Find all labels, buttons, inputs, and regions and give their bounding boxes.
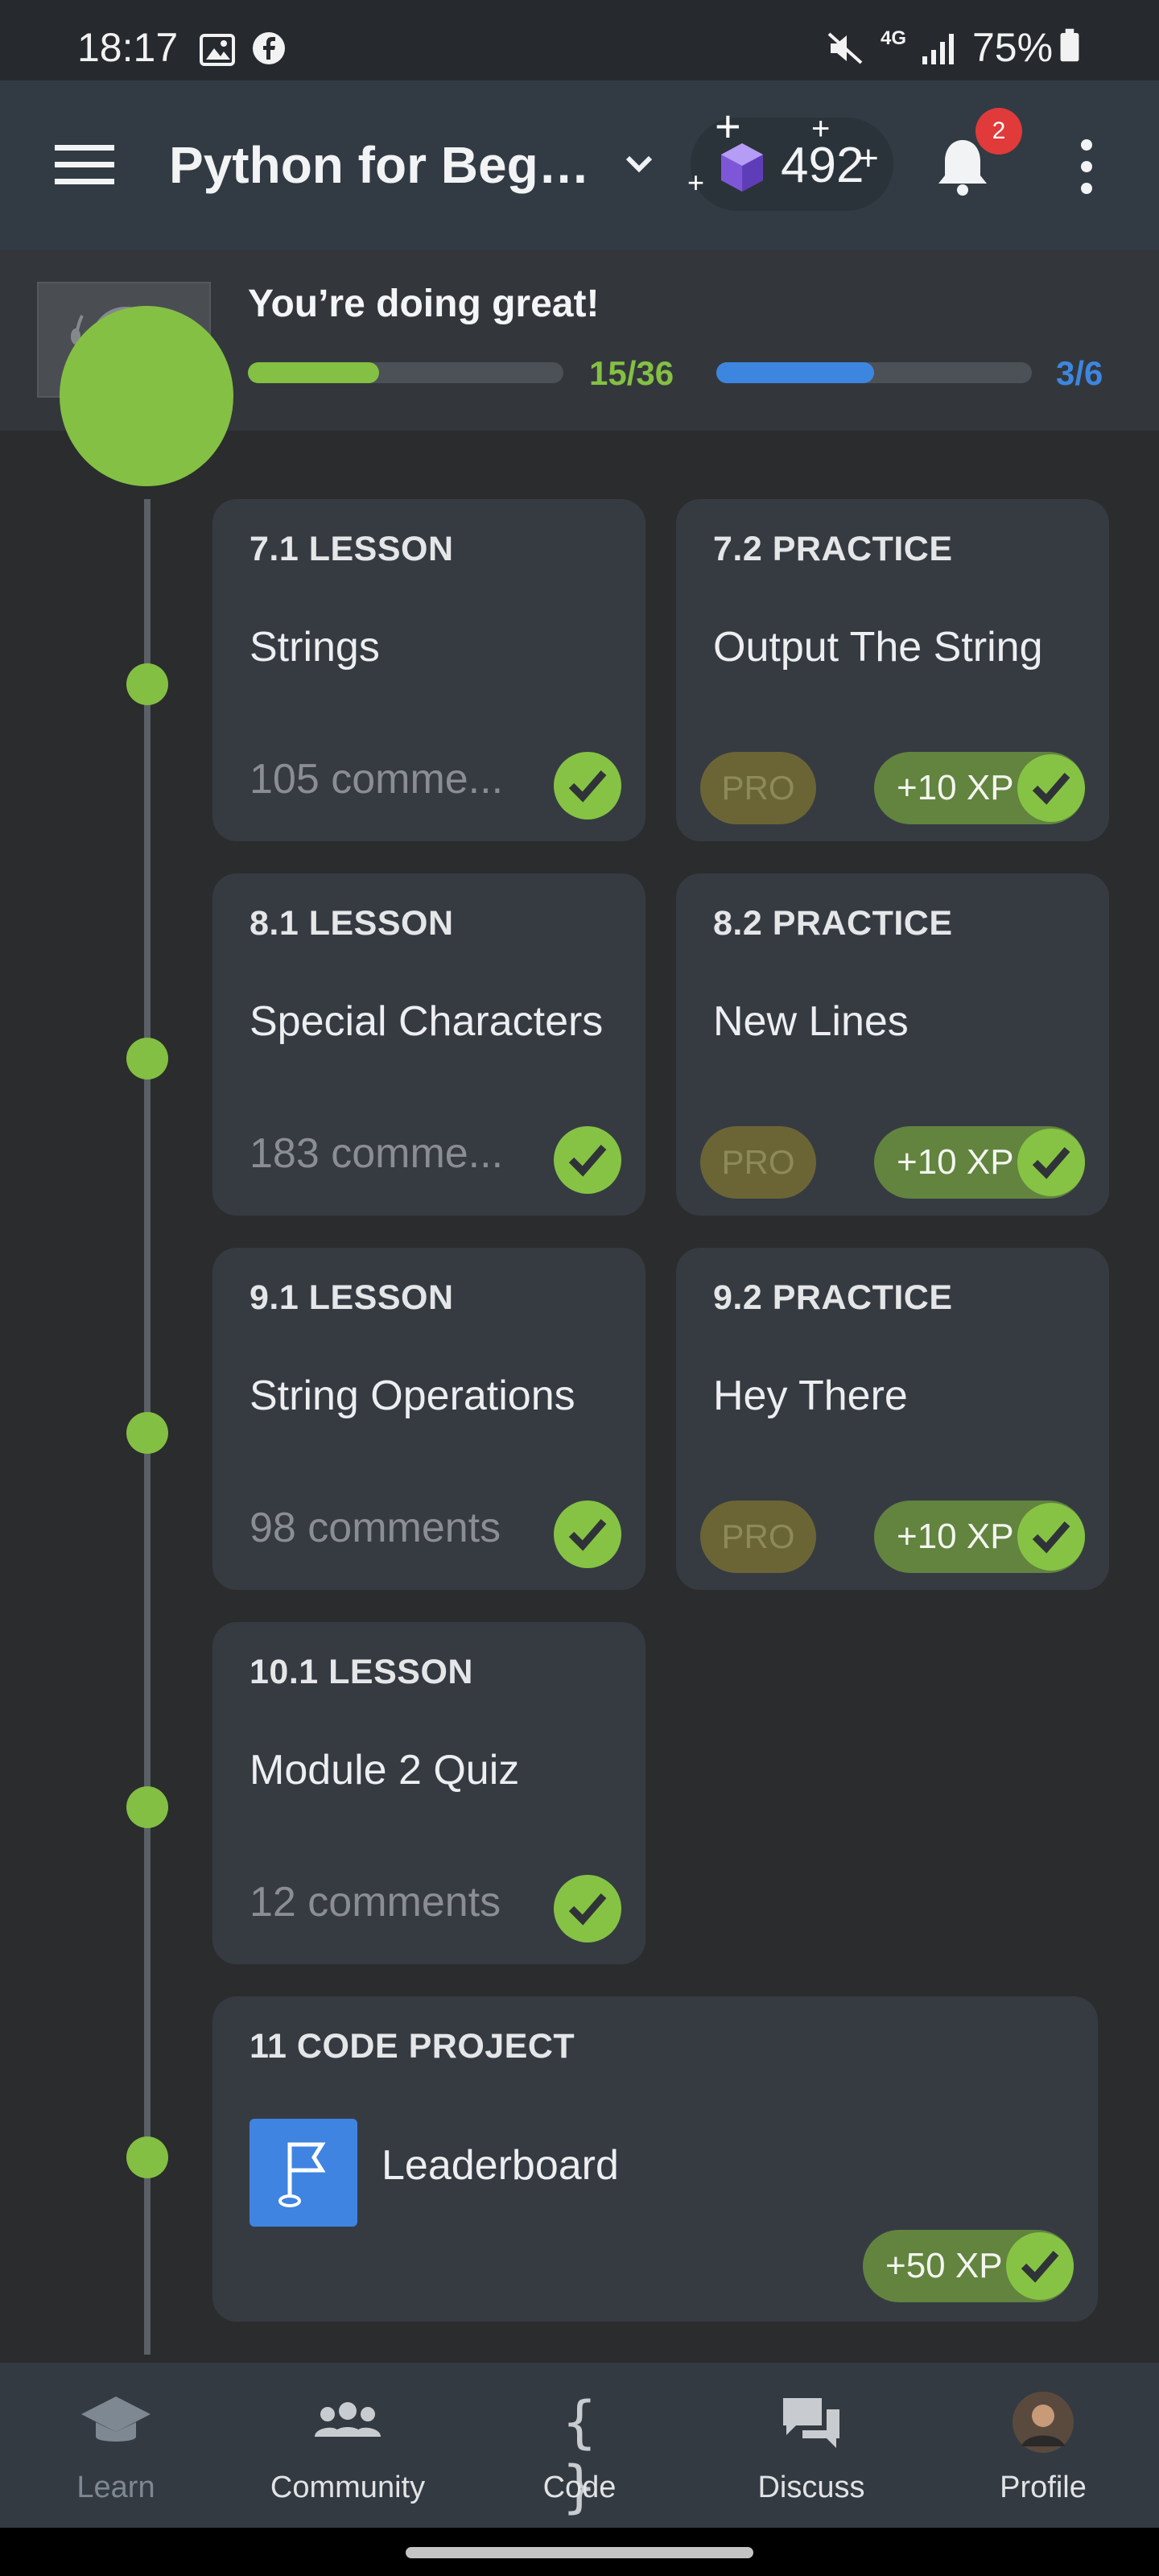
- check-icon: [1017, 1503, 1085, 1571]
- lesson-comments[interactable]: 12 comments: [250, 1878, 501, 1926]
- nav-label: Community: [270, 2471, 426, 2504]
- app-bar: Python for Begin... 492 + + + + 2: [0, 80, 1159, 250]
- lesson-comments[interactable]: 98 comments: [250, 1504, 501, 1552]
- practice-name: Hey There: [713, 1373, 908, 1419]
- nav-learn[interactable]: Learn: [0, 2363, 232, 2528]
- lesson-card[interactable]: 7.1 LESSON Strings 105 comme...: [212, 499, 645, 841]
- check-icon: [1006, 2232, 1074, 2300]
- timeline-dot: [126, 663, 168, 705]
- lesson-comments[interactable]: 105 comme...: [250, 755, 503, 803]
- status-bar: 18:17 4G 75%: [0, 0, 1159, 80]
- sparkle-icon: +: [715, 101, 741, 151]
- chat-icon: [783, 2398, 839, 2448]
- xp-label: +50 XP: [885, 2246, 1003, 2285]
- sparkle-icon: +: [858, 138, 879, 178]
- practice-card[interactable]: 8.2 PRACTICE New Lines PRO +10 XP: [676, 873, 1109, 1216]
- progress-bar-modules: [716, 362, 1032, 383]
- lesson-kind: 7.1 LESSON: [250, 530, 454, 568]
- xp-label: +10 XP: [897, 1517, 1014, 1556]
- nav-discuss[interactable]: Discuss: [695, 2363, 927, 2528]
- pro-badge: PRO: [700, 1126, 816, 1199]
- network-type: 4G: [881, 27, 907, 49]
- progress-bar-lessons: [248, 362, 563, 383]
- progress-label-lessons: 15/36: [589, 354, 674, 392]
- menu-icon[interactable]: [55, 142, 114, 187]
- progress-fill-lessons: [248, 362, 380, 383]
- check-icon: [554, 1501, 621, 1568]
- gems-counter[interactable]: 492 + + + +: [687, 101, 893, 211]
- timeline-dot: [126, 1038, 168, 1080]
- lesson-kind: 8.1 LESSON: [250, 904, 454, 943]
- more-icon[interactable]: [1079, 138, 1095, 195]
- home-handle[interactable]: [406, 2547, 753, 2558]
- lesson-card[interactable]: 9.1 LESSON String Operations 98 comments: [212, 1248, 645, 1590]
- code-project-card[interactable]: 11 CODE PROJECT Leaderboard +50 XP: [212, 1996, 1098, 2322]
- sparkle-icon: +: [687, 166, 705, 199]
- battery-percent: 75%: [972, 25, 1054, 70]
- module-node: [60, 306, 233, 486]
- xp-label: +10 XP: [897, 1142, 1014, 1182]
- nav-label: Code: [542, 2471, 617, 2504]
- chevron-down-icon[interactable]: [625, 155, 654, 175]
- facebook-icon: [253, 32, 285, 64]
- practice-kind: 7.2 PRACTICE: [713, 530, 953, 568]
- check-icon: [554, 752, 621, 819]
- sparkle-icon: +: [811, 111, 831, 147]
- nav-profile[interactable]: Profile: [927, 2363, 1159, 2528]
- battery-icon: [1060, 28, 1079, 62]
- bottom-nav: Learn Community { } Code Discuss Profile: [0, 2363, 1159, 2528]
- practice-name: Output The String: [713, 624, 1043, 671]
- pro-badge: PRO: [700, 1501, 816, 1573]
- mute-icon: [827, 32, 863, 64]
- check-icon: [1017, 754, 1085, 822]
- progress-heading: You’re doing great!: [248, 283, 600, 325]
- lesson-name: String Operations: [250, 1373, 575, 1419]
- people-icon: [315, 2402, 381, 2437]
- practice-name: New Lines: [713, 998, 909, 1045]
- check-icon: [1017, 1129, 1085, 1196]
- lesson-comments[interactable]: 183 comme...: [250, 1129, 503, 1178]
- nav-label: Profile: [1000, 2471, 1087, 2504]
- xp-label: +10 XP: [897, 768, 1014, 807]
- lesson-name: Module 2 Quiz: [250, 1747, 520, 1794]
- nav-label: Learn: [76, 2471, 155, 2504]
- project-kind: 11 CODE PROJECT: [250, 2027, 575, 2066]
- flag-icon: [250, 2119, 357, 2227]
- lesson-card[interactable]: 8.1 LESSON Special Characters 183 comme.…: [212, 873, 645, 1216]
- avatar: [1013, 2392, 1074, 2453]
- lesson-card[interactable]: 10.1 LESSON Module 2 Quiz 12 comments: [212, 1622, 645, 1964]
- nav-code[interactable]: { } Code: [464, 2363, 695, 2528]
- graduation-cap-icon: [81, 2396, 151, 2442]
- lesson-kind: 9.1 LESSON: [250, 1278, 454, 1317]
- lesson-name: Strings: [250, 624, 380, 671]
- pro-badge: PRO: [700, 752, 816, 824]
- signal-icon: [922, 34, 954, 64]
- notification-badge: 2: [975, 108, 1022, 155]
- nav-label: Discuss: [757, 2471, 865, 2504]
- system-nav-bar: [0, 2528, 1159, 2576]
- project-name: Leaderboard: [382, 2142, 619, 2189]
- check-icon: [554, 1126, 621, 1194]
- timeline-dot: [126, 1786, 168, 1828]
- code-braces-icon: { }: [562, 2389, 597, 2520]
- nav-community[interactable]: Community: [232, 2363, 464, 2528]
- timeline-dot: [126, 2136, 168, 2178]
- course-title[interactable]: Python for Begin...: [169, 135, 596, 195]
- progress-label-modules: 3/6: [1056, 354, 1103, 392]
- gallery-icon: [200, 34, 235, 66]
- status-time: 18:17: [77, 25, 179, 70]
- practice-kind: 8.2 PRACTICE: [713, 904, 953, 943]
- practice-card[interactable]: 7.2 PRACTICE Output The String PRO +10 X…: [676, 499, 1109, 841]
- practice-kind: 9.2 PRACTICE: [713, 1278, 953, 1317]
- timeline-dot: [126, 1412, 168, 1454]
- progress-fill-modules: [716, 362, 874, 383]
- lesson-name: Special Characters: [250, 998, 604, 1045]
- practice-card[interactable]: 9.2 PRACTICE Hey There PRO +10 XP: [676, 1248, 1109, 1590]
- lesson-kind: 10.1 LESSON: [250, 1653, 473, 1691]
- check-icon: [554, 1875, 621, 1942]
